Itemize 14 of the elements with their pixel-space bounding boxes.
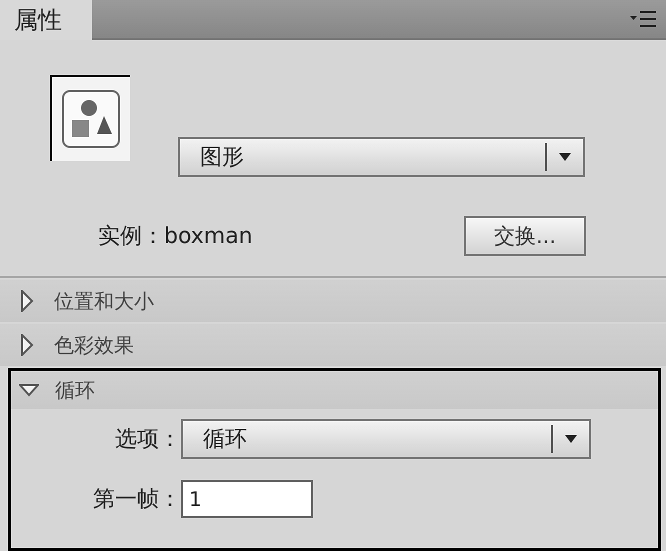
instance-name: 实例：boxman <box>98 222 254 250</box>
section-header[interactable]: 循环 <box>11 371 658 409</box>
symbol-type-dropdown[interactable]: 图形 <box>178 137 585 177</box>
dropdown-arrow-icon <box>565 435 577 443</box>
panel-menu-icon[interactable] <box>630 10 656 28</box>
dropdown-arrow-icon <box>559 153 571 161</box>
section-header[interactable]: 位置和大小 <box>0 280 666 322</box>
field-label: 选项： <box>114 426 181 454</box>
first-frame-field[interactable]: 1 <box>181 480 313 518</box>
loop-option-dropdown[interactable]: 循环 <box>181 419 591 459</box>
graphic-symbol-icon <box>62 90 120 148</box>
field-label: 第一帧： <box>92 486 181 514</box>
swap-button[interactable]: 交换... <box>464 216 586 256</box>
section-header[interactable]: 色彩效果 <box>0 324 666 366</box>
